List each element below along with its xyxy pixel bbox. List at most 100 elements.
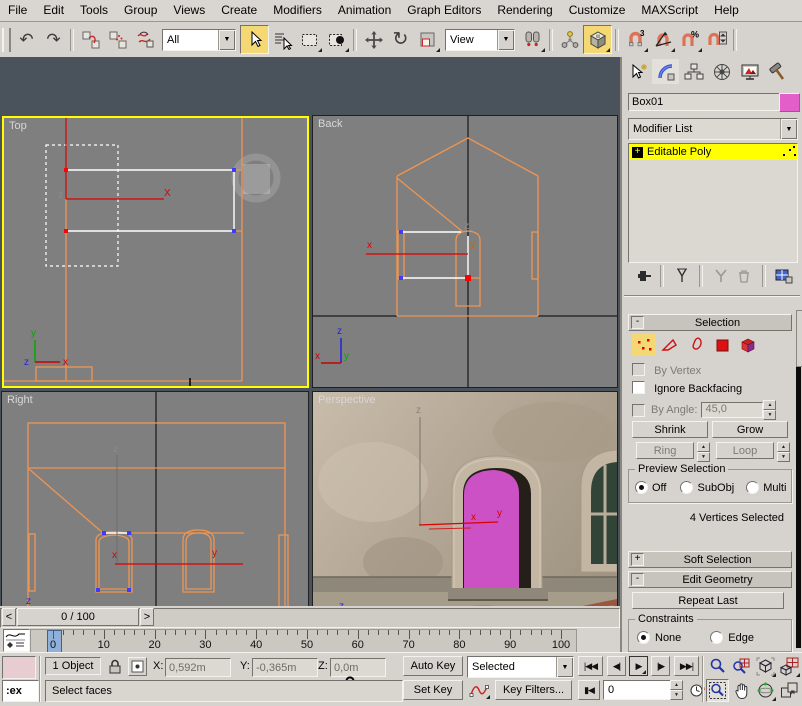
constraint-edge-radio[interactable] — [710, 631, 724, 644]
selection-set-dropdown[interactable]: Selected ▼ — [467, 656, 574, 678]
next-frame-button[interactable]: |▶ — [651, 656, 670, 676]
frame-spinner[interactable]: ▲ ▼ — [670, 680, 683, 700]
select-and-scale-button[interactable] — [414, 26, 441, 53]
collapse-icon[interactable]: - — [631, 573, 644, 586]
by-vertex-checkbox[interactable] — [632, 363, 645, 376]
tab-motion[interactable] — [708, 59, 735, 84]
by-angle-checkbox[interactable] — [632, 403, 645, 417]
modifier-list-dropdown[interactable]: Modifier List ▼ — [628, 118, 798, 140]
tab-create[interactable] — [624, 59, 651, 84]
preview-subobj-radio[interactable] — [680, 481, 694, 494]
vertex-subobject-button[interactable] — [632, 334, 656, 356]
maxscript-mini-listener[interactable]: :ex — [2, 680, 39, 702]
viewport-top-label[interactable]: Top — [9, 120, 27, 132]
next-frame-arrow-button[interactable]: > — [140, 608, 154, 626]
tab-hierarchy[interactable] — [680, 59, 707, 84]
region-zoom-button[interactable] — [706, 679, 729, 702]
menu-item-tools[interactable]: Tools — [72, 1, 116, 20]
previous-frame-button[interactable]: ◀| — [607, 656, 626, 676]
stack-item-editable-poly[interactable]: + Editable Poly — [629, 144, 797, 160]
open-mini-curve-editor-button[interactable] — [3, 629, 30, 652]
configure-modifier-sets-button[interactable] — [774, 267, 794, 285]
viewport-back-label[interactable]: Back — [318, 118, 342, 130]
viewport-top[interactable]: Top X z y z x — [2, 116, 309, 388]
select-object-button[interactable] — [240, 25, 269, 54]
zoom-extents-all-button[interactable] — [778, 655, 801, 678]
constraint-none-radio[interactable] — [637, 631, 650, 644]
menu-item-animation[interactable]: Animation — [330, 1, 399, 20]
menu-item-graph-editors[interactable]: Graph Editors — [399, 1, 489, 20]
arc-rotate-button[interactable] — [754, 679, 777, 702]
polygon-subobject-button[interactable] — [710, 334, 734, 356]
undo-button[interactable]: ↶ — [13, 26, 40, 53]
stack-expand-icon[interactable]: + — [632, 146, 643, 158]
go-to-start-button[interactable]: |◀◀ — [578, 656, 603, 676]
menu-item-rendering[interactable]: Rendering — [489, 1, 560, 20]
preview-multi-radio[interactable] — [746, 481, 760, 494]
menu-item-modifiers[interactable]: Modifiers — [265, 1, 330, 20]
select-and-manipulate-button[interactable] — [556, 26, 583, 53]
menu-item-file[interactable]: File — [0, 1, 35, 20]
rectangular-selection-region-button[interactable] — [296, 26, 323, 53]
viewport-back[interactable]: Back x y z z x y — [312, 115, 618, 388]
panel-scrollbar[interactable] — [796, 310, 802, 648]
ring-spinner[interactable]: ▲ ▼ — [697, 442, 710, 462]
edge-subobject-button[interactable] — [658, 334, 682, 356]
selection-lock-toggle[interactable] — [107, 658, 123, 675]
viewport-right-label[interactable]: Right — [7, 394, 33, 406]
key-filters-button[interactable]: Key Filters... — [495, 680, 572, 700]
grow-button[interactable]: Grow — [712, 421, 788, 438]
object-color-swatch[interactable] — [779, 93, 800, 112]
bind-to-space-warp-button[interactable] — [131, 26, 158, 53]
shrink-button[interactable]: Shrink — [632, 421, 708, 438]
pin-stack-button[interactable] — [632, 267, 652, 285]
menu-item-create[interactable]: Create — [213, 1, 265, 20]
zoom-all-button[interactable] — [730, 655, 753, 678]
percent-snap-toggle-button[interactable]: % — [676, 26, 703, 53]
selection-filter-dropdown[interactable]: All ▼ — [162, 28, 236, 51]
select-and-rotate-button[interactable]: ↻ — [387, 26, 414, 53]
show-end-result-button[interactable] — [673, 267, 691, 285]
selection-rollout-header[interactable]: - Selection — [628, 314, 792, 331]
repeat-last-button[interactable]: Repeat Last — [632, 592, 784, 609]
snaps-toggle-button[interactable] — [583, 25, 612, 54]
pan-view-button[interactable] — [730, 679, 753, 702]
make-unique-button[interactable] — [712, 267, 730, 285]
window-crossing-toggle-button[interactable] — [323, 26, 350, 53]
default-in-out-tangents-button[interactable] — [467, 680, 491, 700]
tab-display[interactable] — [736, 59, 763, 84]
menu-item-customize[interactable]: Customize — [561, 1, 634, 20]
absolute-mode-transform-button[interactable] — [128, 657, 147, 676]
reference-coordsys-dropdown[interactable]: View ▼ — [445, 28, 515, 51]
select-and-move-button[interactable] — [360, 26, 387, 53]
unlink-selection-button[interactable] — [104, 26, 131, 53]
expand-icon[interactable]: + — [631, 553, 644, 566]
key-mode-toggle-button[interactable]: ▮◀ — [578, 680, 600, 700]
remove-modifier-button[interactable] — [735, 267, 753, 285]
tab-utilities[interactable] — [764, 59, 791, 84]
by-angle-spinner[interactable]: ▲ ▼ — [763, 400, 777, 420]
object-name-field[interactable]: Box01 — [628, 93, 782, 111]
ring-button[interactable]: Ring — [636, 442, 694, 459]
set-key-button[interactable]: Set Key — [403, 680, 463, 700]
modifier-stack-list[interactable]: + Editable Poly — [628, 143, 798, 263]
menu-item-edit[interactable]: Edit — [35, 1, 72, 20]
previous-frame-arrow-button[interactable]: < — [2, 608, 16, 626]
zoom-button[interactable] — [706, 655, 729, 678]
menu-item-help[interactable]: Help — [706, 1, 747, 20]
play-animation-button[interactable]: ▶ — [629, 656, 648, 676]
viewport-perspective-label[interactable]: Perspective — [318, 394, 375, 406]
tab-modify[interactable] — [652, 59, 679, 84]
time-slider-button[interactable]: 0 / 100 — [17, 608, 139, 626]
loop-spinner[interactable]: ▲ ▼ — [777, 442, 790, 462]
snap-toggle-3d-button[interactable]: 3 — [622, 26, 649, 53]
min-max-toggle-button[interactable] — [778, 679, 801, 702]
angle-snap-toggle-button[interactable] — [649, 26, 676, 53]
soft-selection-rollout-header[interactable]: + Soft Selection — [628, 551, 792, 568]
auto-key-button[interactable]: Auto Key — [403, 656, 463, 676]
ignore-backfacing-checkbox[interactable] — [632, 381, 645, 394]
by-angle-field[interactable]: 45,0 — [701, 402, 764, 418]
preview-off-radio[interactable] — [635, 481, 648, 494]
use-pivot-point-center-button[interactable] — [519, 26, 546, 53]
maxscript-macro-recorder[interactable] — [2, 656, 36, 679]
